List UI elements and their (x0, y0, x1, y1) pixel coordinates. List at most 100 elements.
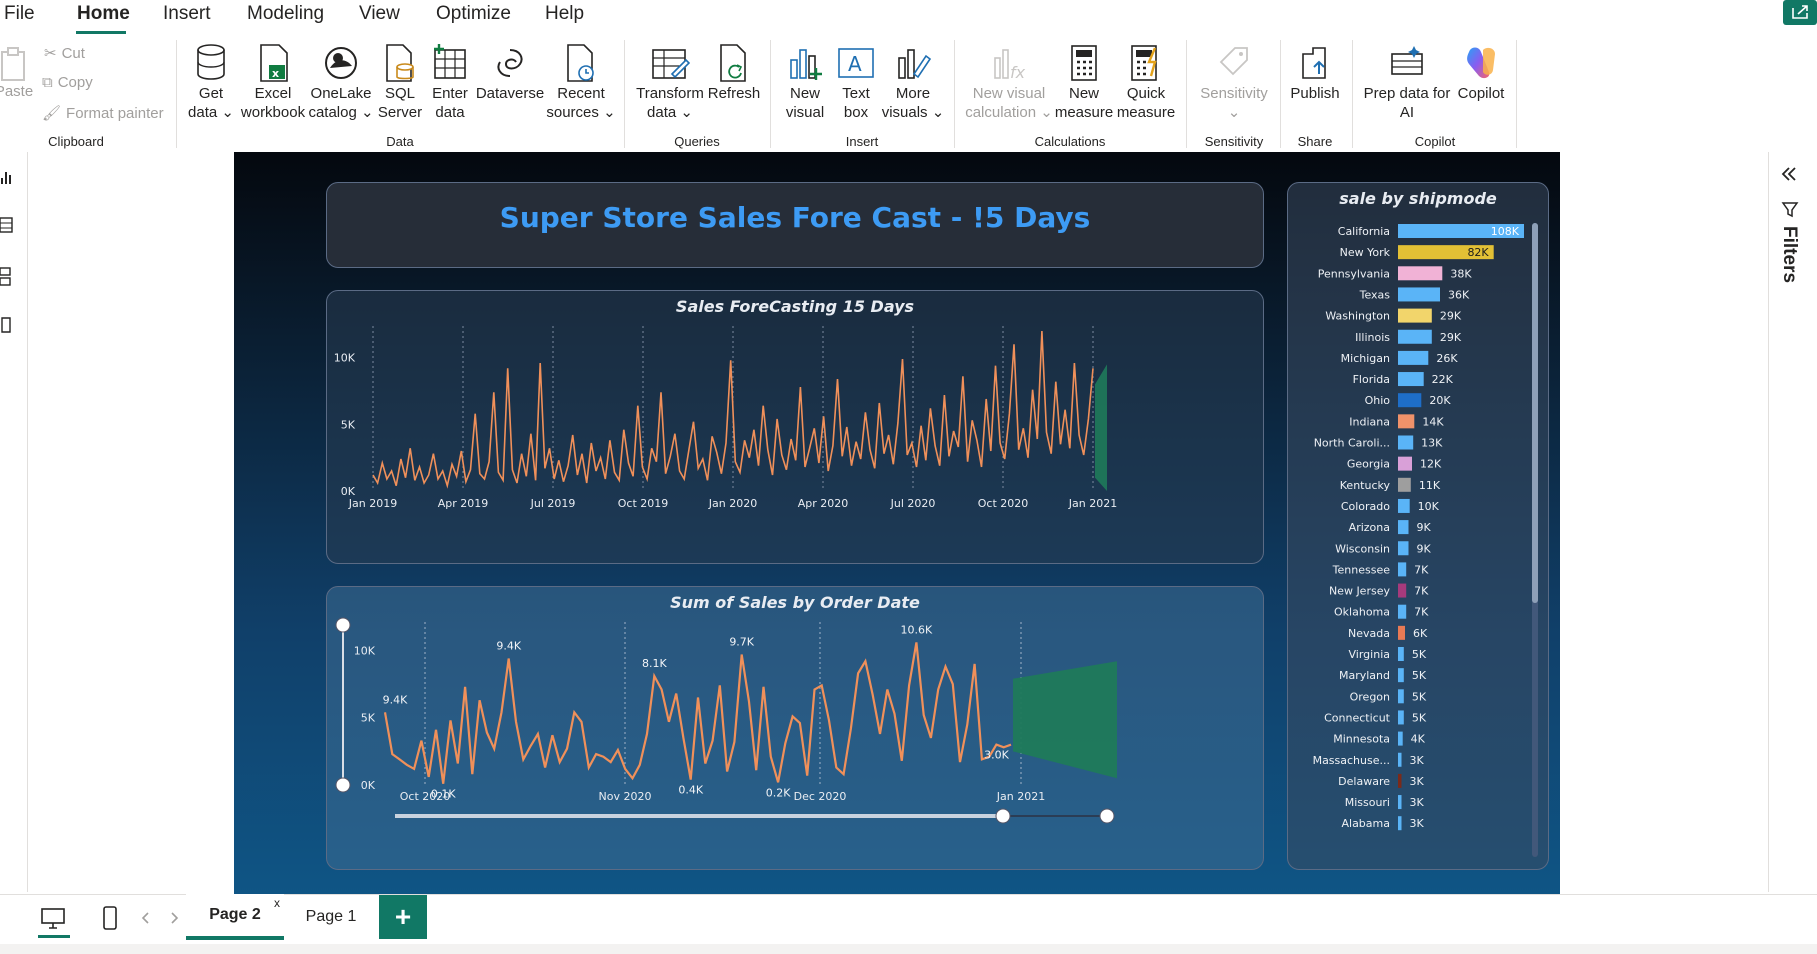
bar (1398, 668, 1404, 683)
scissors-icon: ✂ (44, 45, 57, 62)
bar (1398, 710, 1404, 725)
bar-value-label: 7K (1414, 606, 1429, 619)
group-label-queries: Queries (674, 134, 720, 149)
category-label: California (1338, 225, 1390, 238)
y-tick-label: 10K (334, 352, 356, 365)
more-visuals-button[interactable]: More visuals ⌄ (882, 42, 944, 122)
publish-icon (1293, 42, 1337, 84)
category-label: Georgia (1347, 458, 1390, 471)
group-separator (1516, 40, 1517, 148)
category-label: Washington (1325, 310, 1390, 323)
add-page-button[interactable]: + (379, 895, 427, 939)
x-tick-label: Oct 2020 (978, 497, 1029, 510)
x-tick-label: Jan 2021 (1068, 497, 1117, 510)
menu-view[interactable]: View (359, 3, 400, 25)
y-tick-label: 10K (354, 644, 376, 657)
menu-insert[interactable]: Insert (163, 3, 211, 25)
onelake-catalog-button[interactable]: OneLake catalog ⌄ (308, 42, 374, 122)
prev-page-chevron-icon[interactable] (140, 911, 152, 925)
bar (1398, 477, 1411, 492)
menu-help[interactable]: Help (545, 3, 584, 25)
sql-server-button[interactable]: SQL Server (376, 42, 424, 122)
category-label: Oregon (1350, 690, 1390, 703)
bar (1398, 372, 1424, 387)
bar-value-label: 13K (1421, 437, 1443, 450)
dataverse-button[interactable]: Dataverse (474, 42, 546, 103)
get-data-button[interactable]: Get data ⌄ (188, 42, 234, 122)
new-visual-calculation-button[interactable]: fx New visual calculation ⌄ (964, 42, 1054, 122)
shipmode-bar-chart[interactable]: California 108K New York 82K Pennsylvania 38K… (1288, 183, 1550, 871)
title-card[interactable]: Super Store Sales Fore Cast - !5 Days (326, 182, 1264, 268)
cut-button[interactable]: ✂ Cut (44, 44, 85, 63)
category-label: Arizona (1349, 521, 1390, 534)
group-label-data: Data (386, 134, 414, 149)
order-date-chart-card[interactable]: Sum of Sales by Order Date Oct 2020 Nov 2… (326, 586, 1264, 870)
copilot-button[interactable]: Copilot (1452, 42, 1510, 103)
tab-page-2[interactable]: Page 2 x (186, 894, 284, 940)
bar-value-label: 82K (1467, 246, 1489, 259)
share-button[interactable] (1783, 0, 1817, 25)
prep-data-for-ai-button[interactable]: Prep data for AI (1362, 42, 1452, 122)
category-label: Massachuse... (1313, 754, 1390, 767)
new-measure-button[interactable]: New measure (1055, 42, 1113, 122)
menu-file[interactable]: File (4, 3, 35, 25)
recent-sources-button[interactable]: Recent sources ⌄ (546, 42, 616, 122)
category-label: Minnesota (1333, 733, 1390, 746)
category-label: Michigan (1341, 352, 1390, 365)
y-tick-label: 5K (341, 418, 356, 431)
transform-data-button[interactable]: Transform data ⌄ (636, 42, 704, 122)
onelake-icon (319, 42, 363, 84)
text-box-button[interactable]: A Text box (834, 42, 878, 122)
group-separator (954, 40, 955, 148)
mobile-layout-icon[interactable] (102, 905, 118, 931)
filters-label[interactable]: Filters (1778, 226, 1800, 283)
next-page-chevron-icon[interactable] (168, 911, 180, 925)
quick-measure-button[interactable]: Quick measure (1114, 42, 1178, 122)
category-label: Tennessee (1332, 563, 1391, 576)
status-bar (0, 944, 1817, 954)
paste-button[interactable]: Paste (0, 44, 36, 101)
prep-data-icon (1385, 42, 1429, 84)
dax-query-view-icon[interactable] (0, 316, 14, 334)
group-separator (770, 40, 771, 148)
more-visuals-icon (891, 42, 935, 84)
layout-active-indicator (38, 935, 70, 938)
refresh-button[interactable]: Refresh (708, 42, 760, 103)
order-date-line-chart[interactable]: Oct 2020 Nov 2020 Dec 2020 Jan 20210K5K10K9… (327, 587, 1265, 871)
bar-value-label: 5K (1412, 669, 1427, 682)
excel-workbook-button[interactable]: x Excel workbook (238, 42, 308, 122)
table-view-icon[interactable] (0, 216, 14, 234)
bar-value-label: 7K (1414, 563, 1429, 576)
new-visual-button[interactable]: New visual (782, 42, 828, 122)
format-painter-button[interactable]: 🖌 Format painter (42, 104, 164, 123)
model-view-icon[interactable] (0, 266, 14, 286)
x-zoom-slider-handle-right (1099, 808, 1115, 824)
report-view-icon[interactable] (0, 168, 14, 186)
bar-value-label: 9K (1417, 542, 1432, 555)
copy-button[interactable]: ⧉ Copy (42, 74, 93, 91)
tab-page-1[interactable]: Page 1 (288, 894, 374, 940)
shipmode-bar-chart-card[interactable]: sale by shipmode California 108K New York 8… (1287, 182, 1549, 870)
bar-value-label: 7K (1414, 585, 1429, 598)
menu-home[interactable]: Home (77, 3, 130, 25)
bar (1398, 266, 1443, 281)
publish-button[interactable]: Publish (1286, 42, 1344, 103)
sensitivity-button[interactable]: Sensitivity ⌄ (1196, 42, 1272, 122)
data-label: 0.1K (431, 788, 456, 801)
bar-value-label: 3K (1410, 796, 1425, 809)
menu-optimize[interactable]: Optimize (436, 3, 511, 25)
scrollbar-thumb (1532, 223, 1538, 603)
data-label: 9.7K (729, 635, 754, 648)
menu-modeling[interactable]: Modeling (247, 3, 324, 25)
bar-value-label: 3K (1410, 775, 1425, 788)
forecast-line-chart[interactable]: Jan 2019 Apr 2019 Jul 2019 Oct 2019 Jan 2020… (327, 291, 1265, 565)
desktop-layout-icon[interactable] (40, 907, 66, 931)
bar-value-label: 9K (1417, 521, 1432, 534)
svg-text:A: A (848, 52, 862, 76)
forecast-chart-card[interactable]: Sales ForeCasting 15 Days Jan 2019 Apr 20… (326, 290, 1264, 564)
data-label: 0.4K (678, 784, 703, 797)
enter-data-button[interactable]: Enter data (428, 42, 472, 122)
expand-chevron-icon[interactable] (1779, 164, 1799, 184)
close-tab-icon[interactable]: x (274, 896, 280, 910)
bar-value-label: 26K (1436, 352, 1458, 365)
